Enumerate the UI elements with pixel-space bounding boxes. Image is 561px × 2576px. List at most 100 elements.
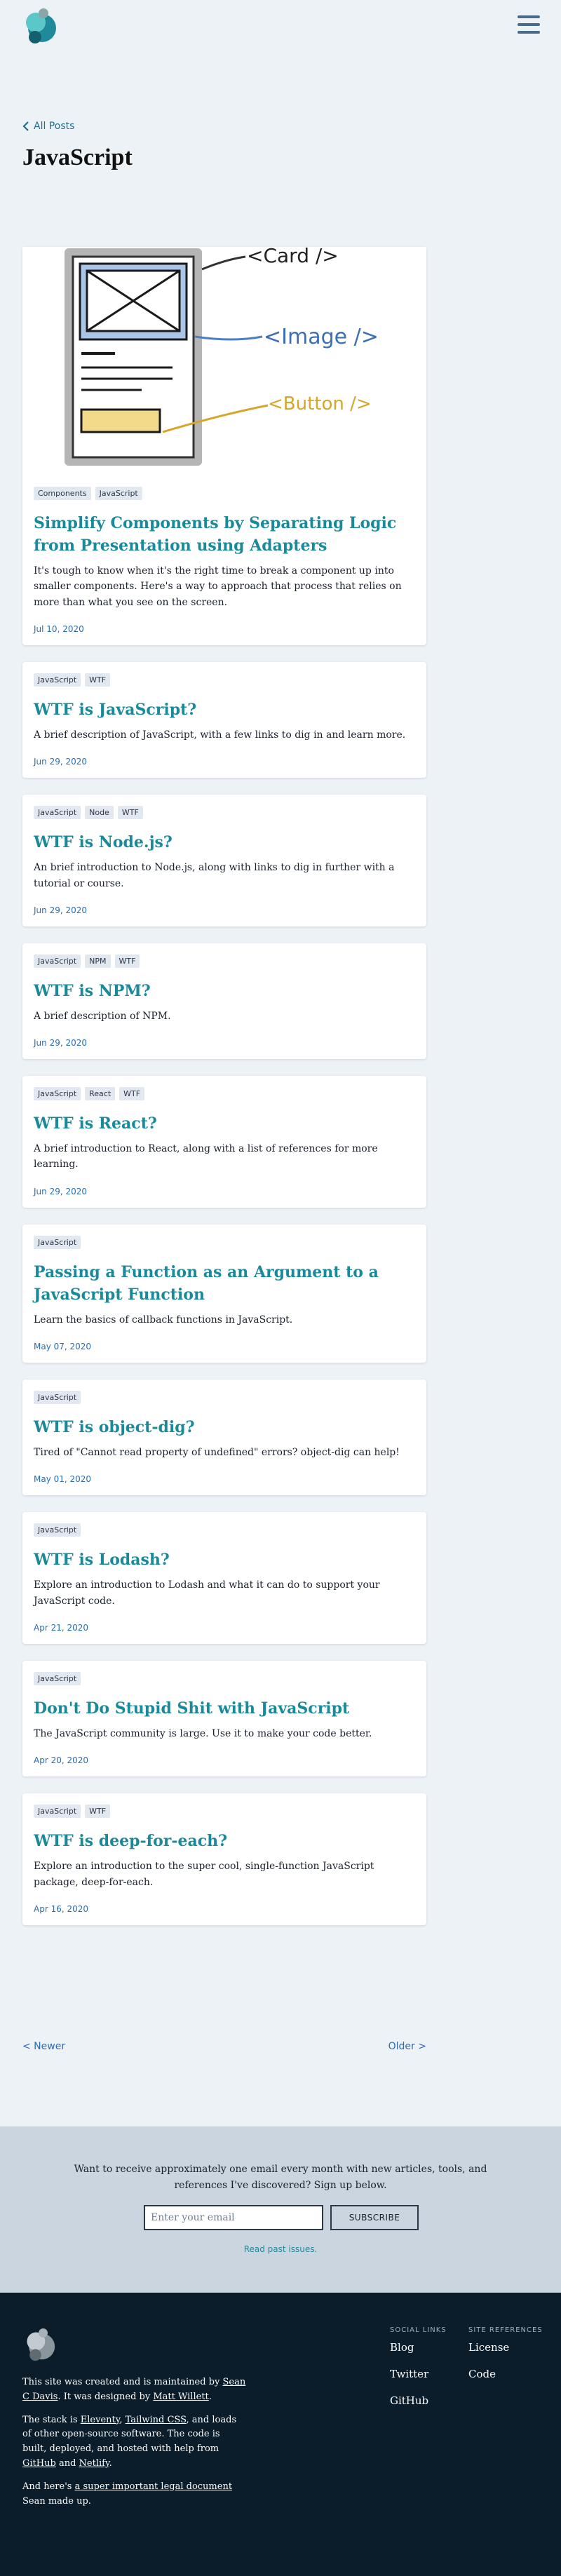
post-title-link[interactable]: WTF is Node.js? <box>34 832 415 854</box>
post-title-link[interactable]: WTF is deep-for-each? <box>34 1830 415 1853</box>
post-date: Jun 29, 2020 <box>34 905 88 915</box>
post-date: Jul 10, 2020 <box>34 623 84 634</box>
site-header <box>0 0 561 105</box>
eleventy-link[interactable]: Eleventy <box>81 2415 120 2425</box>
site-references-column: Site References License Code <box>468 2326 543 2394</box>
tag-badge[interactable]: WTF <box>117 806 143 820</box>
newsletter-text: Want to receive approximately one email … <box>74 2164 487 2192</box>
social-link-blog[interactable]: Blog <box>390 2341 447 2354</box>
ref-link-code[interactable]: Code <box>468 2368 543 2380</box>
tag-list: Components JavaScript <box>34 487 415 500</box>
post-list: <Card /> <Image /> <Button /> Components… <box>22 244 426 1942</box>
tag-badge[interactable]: JavaScript <box>34 1391 81 1405</box>
post-date: Jun 29, 2020 <box>34 1186 88 1196</box>
post-card: <Card /> <Image /> <Button /> Components… <box>22 244 426 645</box>
all-posts-link[interactable]: All Posts <box>22 121 74 132</box>
tailwind-link[interactable]: Tailwind CSS <box>126 2415 187 2425</box>
post-description: Tired of "Cannot read property of undefi… <box>34 1446 400 1458</box>
back-label: All Posts <box>34 121 75 132</box>
tag-badge[interactable]: JavaScript <box>34 1805 81 1819</box>
github-link[interactable]: GitHub <box>22 2458 56 2469</box>
post-description: Learn the basics of callback functions i… <box>34 1314 293 1326</box>
past-issues-link[interactable]: Read past issues. <box>0 2244 561 2254</box>
post-title-link[interactable]: WTF is React? <box>34 1113 415 1135</box>
post-title-link[interactable]: Don't Do Stupid Shit with JavaScript <box>34 1698 415 1720</box>
pagination: < Newer Older > <box>22 2041 426 2052</box>
footer-stack: The stack is Eleventy, Tailwind CSS, and… <box>22 2414 237 2469</box>
post-card: JavaScript Don't Do Stupid Shit with Java… <box>22 1660 426 1777</box>
post-description: An brief introduction to Node.js, along … <box>34 862 395 889</box>
post-description: A brief introduction to React, along wit… <box>34 1143 378 1171</box>
ref-link-license[interactable]: License <box>468 2341 543 2354</box>
post-description: Explore an introduction to the super coo… <box>34 1861 374 1888</box>
page-title: JavaScript <box>22 144 133 170</box>
post-title-link[interactable]: WTF is JavaScript? <box>34 699 415 722</box>
post-description: A brief description of NPM. <box>34 1010 171 1022</box>
tag-list: JavaScript WTF <box>34 1805 415 1819</box>
tag-list: JavaScript <box>34 1391 415 1405</box>
tag-badge[interactable]: JavaScript <box>34 673 81 687</box>
post-title-link[interactable]: WTF is object-dig? <box>34 1417 415 1439</box>
footer-logo <box>27 2328 55 2361</box>
designer-link[interactable]: Matt Willett <box>153 2392 208 2402</box>
tag-badge[interactable]: Components <box>34 487 91 500</box>
tag-badge[interactable]: WTF <box>114 954 140 968</box>
post-title-link[interactable]: Passing a Function as an Argument to a J… <box>34 1262 415 1307</box>
post-card: JavaScript WTF is Lodash? Explore an intro… <box>22 1512 426 1644</box>
post-title-link[interactable]: Simplify Components by Separating Logic … <box>34 513 415 558</box>
tag-list: JavaScript <box>34 1671 415 1685</box>
tag-badge[interactable]: NPM <box>85 954 111 968</box>
tag-badge[interactable]: WTF <box>119 1087 145 1101</box>
footer-legal: And here's a super important legal docum… <box>22 2481 233 2507</box>
post-date: May 01, 2020 <box>34 1474 92 1485</box>
social-link-github[interactable]: GitHub <box>390 2394 447 2407</box>
tag-list: JavaScript <box>34 1235 415 1249</box>
post-description: A brief description of JavaScript, with … <box>34 729 406 741</box>
post-title-link[interactable]: WTF is NPM? <box>34 980 415 1003</box>
tag-badge[interactable]: JavaScript <box>95 487 142 500</box>
tag-list: JavaScript Node WTF <box>34 806 415 820</box>
post-date: Apr 21, 2020 <box>34 1622 89 1633</box>
tag-badge[interactable]: JavaScript <box>34 1671 81 1685</box>
tag-badge[interactable]: JavaScript <box>34 806 81 820</box>
tag-badge[interactable]: WTF <box>85 673 111 687</box>
legal-link[interactable]: a super important legal document <box>75 2481 232 2492</box>
post-date: Jun 29, 2020 <box>34 1038 88 1048</box>
social-links-heading: Social Links <box>390 2326 447 2334</box>
post-card: JavaScript WTF is object-dig? Tired of "Ca… <box>22 1380 426 1496</box>
site-logo[interactable] <box>21 7 58 46</box>
chevron-left-icon <box>22 121 29 131</box>
newer-posts-link[interactable]: < Newer <box>22 2041 65 2052</box>
tag-list: JavaScript WTF <box>34 673 415 687</box>
tag-badge[interactable]: React <box>85 1087 116 1101</box>
tag-badge[interactable]: JavaScript <box>34 1235 81 1249</box>
post-description: The JavaScript community is large. Use i… <box>34 1727 372 1739</box>
newsletter-form: SUBSCRIBE <box>144 2205 419 2230</box>
site-footer: This site was created and is maintained … <box>0 2293 561 2576</box>
post-date: Apr 16, 2020 <box>34 1903 89 1914</box>
subscribe-button[interactable]: SUBSCRIBE <box>330 2205 419 2230</box>
tag-badge[interactable]: JavaScript <box>34 1523 81 1537</box>
post-title-link[interactable]: WTF is Lodash? <box>34 1549 415 1572</box>
netlify-link[interactable]: Netlify <box>79 2458 109 2469</box>
social-link-twitter[interactable]: Twitter <box>390 2368 447 2380</box>
post-description: Explore an introduction to Lodash and wh… <box>34 1579 380 1607</box>
email-input[interactable] <box>144 2205 323 2230</box>
tag-badge[interactable]: JavaScript <box>34 954 81 968</box>
tag-badge[interactable]: JavaScript <box>34 1087 81 1101</box>
featured-wireframe-illustration: <Card /> <Image /> <Button /> <box>65 244 379 466</box>
post-card: JavaScript NPM WTF WTF is NPM? A brief descr… <box>22 943 426 1060</box>
image-label-text: <Image /> <box>264 325 379 349</box>
tag-badge[interactable]: WTF <box>85 1805 111 1819</box>
social-links-column: Social Links Blog Twitter GitHub <box>390 2326 447 2421</box>
post-date: May 07, 2020 <box>34 1342 92 1352</box>
older-posts-link[interactable]: Older > <box>388 2041 426 2052</box>
tag-badge[interactable]: Node <box>85 806 114 820</box>
button-label-text: <Button /> <box>268 393 372 414</box>
post-card: JavaScript WTF WTF is JavaScript? A brief d… <box>22 661 426 778</box>
post-card: JavaScript React WTF WTF is React? A brief i… <box>22 1076 426 1208</box>
hamburger-menu-icon[interactable] <box>518 15 540 34</box>
post-description: It's tough to know when it's the right t… <box>34 565 402 608</box>
card-label-text: <Card /> <box>247 247 339 267</box>
featured-image[interactable]: <Card /> <Image /> <Button /> <box>22 244 426 478</box>
